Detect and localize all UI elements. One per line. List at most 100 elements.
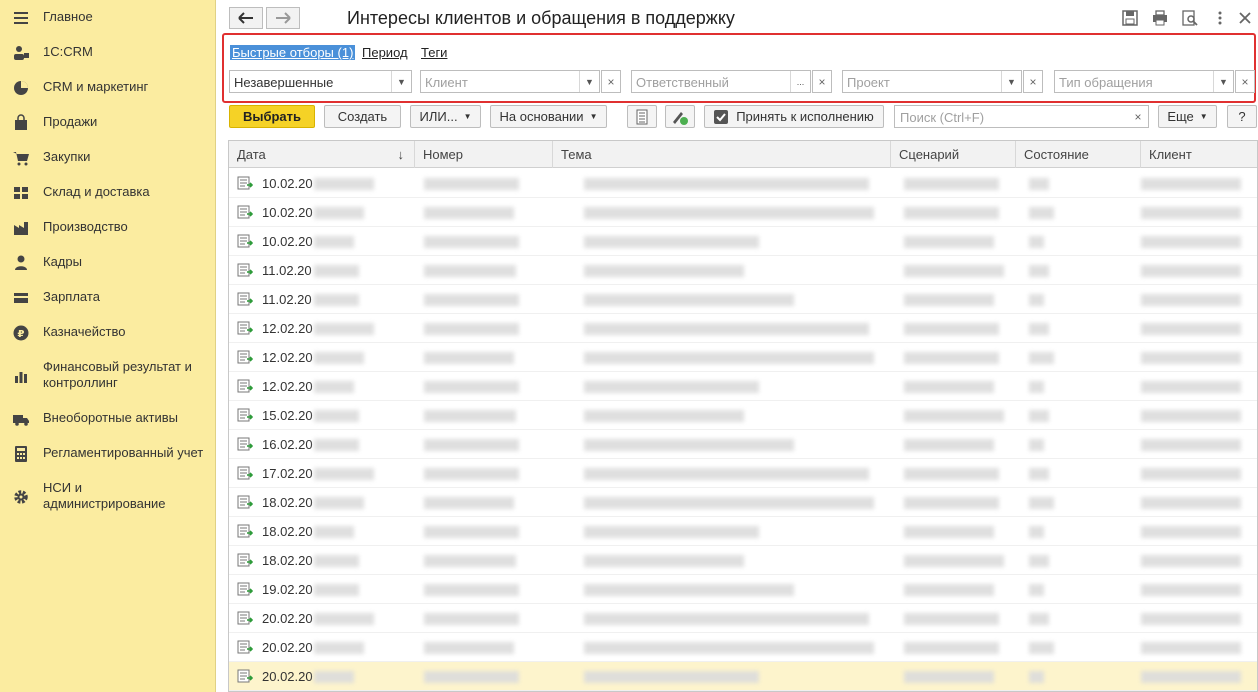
table-row[interactable]: 20.02.20 [229,633,1257,662]
redacted-cell [584,381,759,393]
redacted-cell [314,410,359,422]
table-row[interactable]: 10.02.20 [229,198,1257,227]
table-row[interactable]: 16.02.20 [229,430,1257,459]
table-row[interactable]: 10.02.20 [229,227,1257,256]
redacted-cell [904,642,999,654]
choose-button[interactable]: ... [790,71,810,92]
column-header-subject[interactable]: Тема [553,141,891,168]
edit-status-button[interactable] [665,105,695,128]
table-row[interactable]: 20.02.20 [229,604,1257,633]
print-icon[interactable] [1152,10,1168,26]
redacted-cell [584,410,744,422]
table-row[interactable]: 10.02.20 [229,169,1257,198]
request-type-filter-clear-button[interactable]: × [1235,70,1255,93]
select-button[interactable]: Выбрать [229,105,315,128]
row-date: 11.02.20 [262,263,312,278]
redacted-cell [314,294,359,306]
sidebar-item-sales[interactable]: Продажи [0,114,216,132]
tags-link[interactable]: Теги [421,45,447,60]
table-row[interactable]: 12.02.20 [229,343,1257,372]
column-header-client[interactable]: Клиент [1141,141,1257,168]
document-list-icon [636,109,648,124]
accept-button-label: Принять к исполнению [736,109,874,124]
person-icon [15,255,27,270]
sidebar-item-salary[interactable]: Зарплата [0,289,216,307]
redacted-cell [1029,497,1054,509]
list-view-button[interactable] [627,105,657,128]
responsible-filter-input[interactable]: Ответственный ... [631,70,811,93]
sidebar-item-production[interactable]: Производство [0,219,216,237]
table-row[interactable]: 12.02.20 [229,314,1257,343]
search-clear-button[interactable]: × [1128,106,1148,127]
back-button[interactable] [229,7,263,29]
table-row[interactable]: 11.02.20 [229,285,1257,314]
forward-button[interactable] [266,7,300,29]
save-icon[interactable] [1122,10,1138,26]
status-filter-select[interactable]: Незавершенные ▼ [229,70,412,93]
sidebar-item-crm[interactable]: 1С:CRM [0,44,216,62]
chevron-down-icon[interactable]: ▼ [391,71,411,92]
request-type-filter-input[interactable]: Тип обращения ▼ [1054,70,1234,93]
table-row[interactable]: 17.02.20 [229,459,1257,488]
requests-table[interactable]: Дата ↓ Номер Тема Сценарий Состояние Кли… [228,140,1258,692]
sidebar-item-admin[interactable]: НСИ и администрирование [0,480,216,514]
row-date: 20.02.20 [262,640,313,655]
chevron-down-icon[interactable]: ▼ [1213,71,1233,92]
chevron-down-icon[interactable]: ▼ [579,71,599,92]
redacted-cell [1029,178,1049,190]
sidebar-item-hr[interactable]: Кадры [0,254,216,272]
column-header-scenario[interactable]: Сценарий [891,141,1016,168]
request-document-icon [237,205,253,219]
redacted-cell [424,323,519,335]
more-vertical-icon[interactable] [1212,10,1228,26]
table-row[interactable]: 18.02.20 [229,488,1257,517]
sidebar-item-warehouse[interactable]: Склад и доставка [0,184,216,202]
redacted-cell [424,352,514,364]
help-button[interactable]: ? [1227,105,1257,128]
redacted-cell [314,439,359,451]
table-row[interactable]: 15.02.20 [229,401,1257,430]
table-row[interactable]: 20.02.20 [229,662,1257,691]
sidebar-item-fixed-assets[interactable]: Внеоборотные активы [0,410,216,428]
preview-icon[interactable] [1182,10,1198,26]
bag-icon [15,114,27,130]
accept-for-execution-button[interactable]: Принять к исполнению [704,105,884,128]
responsible-filter-clear-button[interactable]: × [812,70,832,93]
column-header-date[interactable]: Дата ↓ [229,141,415,168]
quick-filters-link[interactable]: Быстрые отборы (1) [230,45,356,60]
redacted-cell [1141,526,1241,538]
table-row[interactable]: 18.02.20 [229,517,1257,546]
table-row[interactable]: 18.02.20 [229,546,1257,575]
table-row[interactable]: 12.02.20 [229,372,1257,401]
request-document-icon [237,611,253,625]
client-filter-input[interactable]: Клиент ▼ [420,70,600,93]
sidebar-item-crm-marketing[interactable]: CRM и маркетинг [0,79,216,97]
redacted-cell [314,613,374,625]
project-filter-input[interactable]: Проект ▼ [842,70,1022,93]
search-input[interactable]: Поиск (Ctrl+F) × [894,105,1149,128]
based-on-button[interactable]: На основании ▼ [490,105,607,128]
sidebar-item-finance[interactable]: Финансовый результат и контроллинг [0,359,216,393]
sidebar-item-label: Главное [43,9,93,24]
create-button[interactable]: Создать [324,105,401,128]
sidebar-item-regulated-accounting[interactable]: Регламентированный учет [0,445,216,463]
project-filter-clear-button[interactable]: × [1023,70,1043,93]
table-row[interactable]: 11.02.20 [229,256,1257,285]
redacted-cell [1141,265,1241,277]
close-icon[interactable] [1237,10,1253,26]
redacted-cell [584,236,759,248]
period-link[interactable]: Период [362,45,408,60]
sidebar-item-treasury[interactable]: ₽ Казначейство [0,324,216,342]
sidebar-item-main[interactable]: Главное [0,9,216,27]
redacted-cell [424,671,519,683]
column-header-status[interactable]: Состояние [1016,141,1141,168]
redacted-cell [584,207,874,219]
more-button[interactable]: Еще ▼ [1158,105,1217,128]
sidebar-item-purchases[interactable]: Закупки [0,149,216,167]
chevron-down-icon[interactable]: ▼ [1001,71,1021,92]
redacted-cell [904,439,994,451]
client-filter-clear-button[interactable]: × [601,70,621,93]
table-row[interactable]: 19.02.20 [229,575,1257,604]
column-header-number[interactable]: Номер [415,141,553,168]
or-button[interactable]: ИЛИ... ▼ [410,105,481,128]
